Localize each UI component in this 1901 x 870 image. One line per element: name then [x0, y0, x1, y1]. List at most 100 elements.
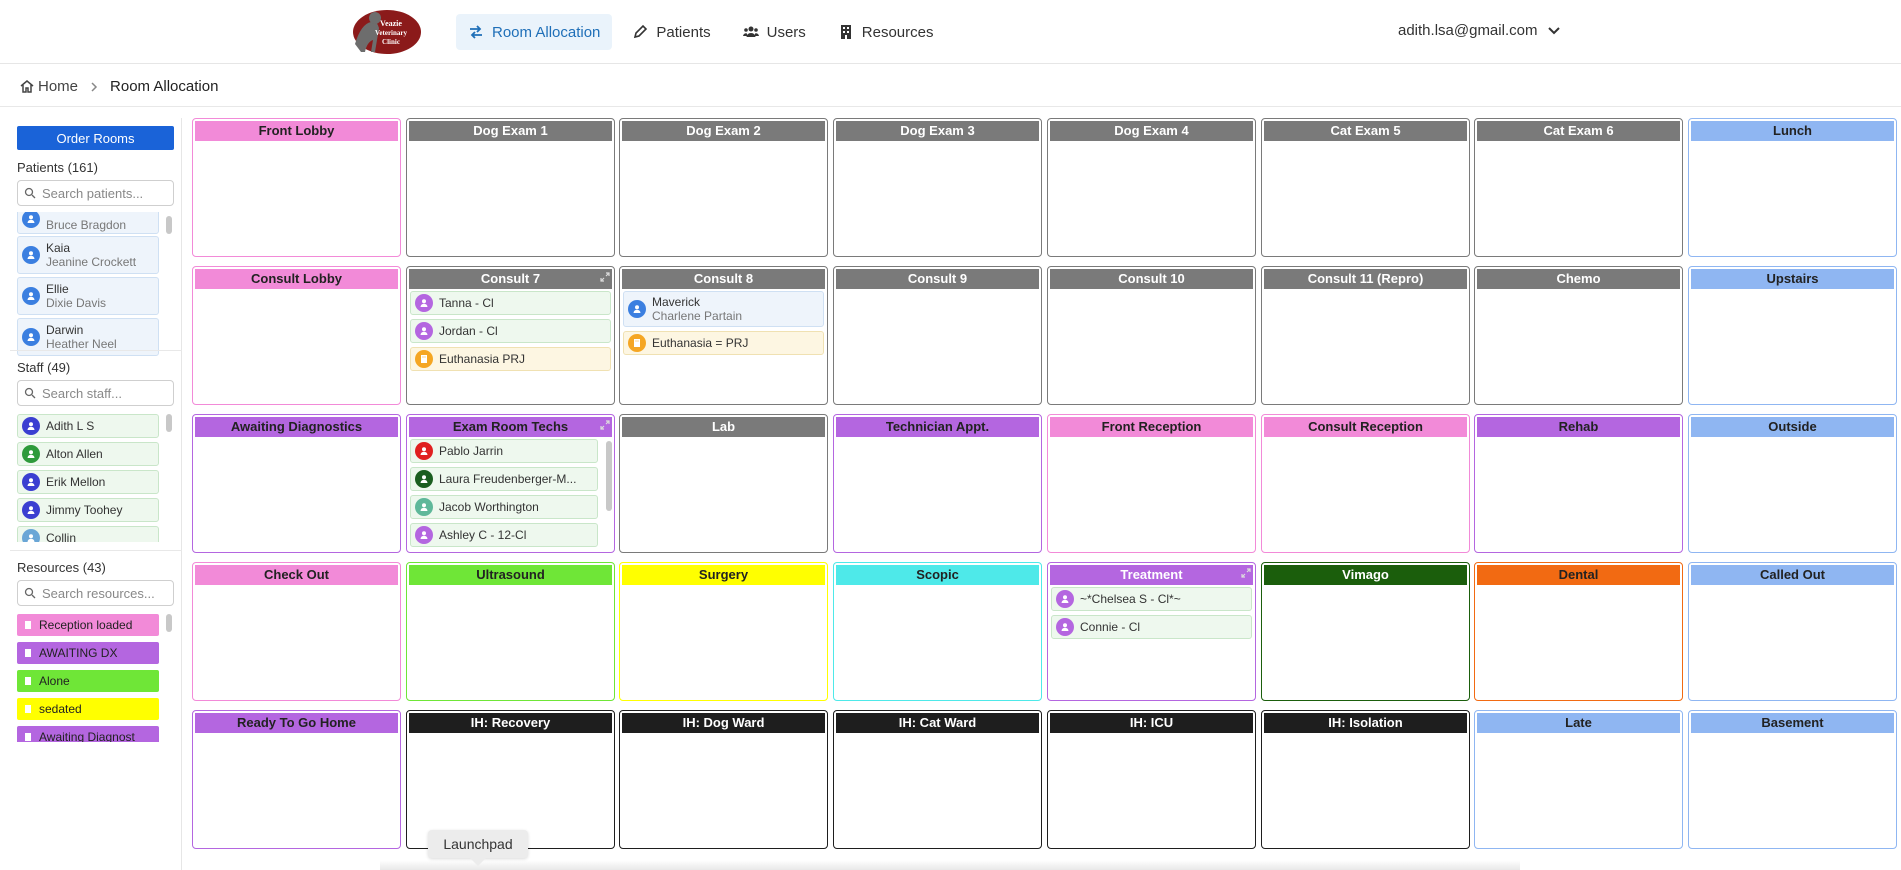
room-rehab[interactable]: Rehab — [1474, 414, 1683, 553]
room-upstairs[interactable]: Upstairs — [1688, 266, 1897, 405]
list-item[interactable]: sedated — [17, 698, 159, 720]
user-icon — [420, 503, 428, 511]
room-exam-room-techs[interactable]: Exam Room Techs Pablo Jarrin Laura Freuden… — [406, 414, 615, 553]
nav-patients[interactable]: Patients — [620, 14, 722, 50]
avatar — [22, 473, 40, 491]
staff-list[interactable]: Adith L S Alton Allen Erik Mellon Jimmy … — [17, 414, 174, 542]
room-late[interactable]: Late — [1474, 710, 1683, 849]
card-text: Pablo Jarrin — [439, 444, 503, 458]
room-header: Vimago — [1264, 565, 1467, 585]
room-lunch[interactable]: Lunch — [1688, 118, 1897, 257]
staff-card[interactable]: Jordan - Cl — [410, 319, 611, 343]
room-surgery[interactable]: Surgery — [619, 562, 828, 701]
room-dog-exam-1[interactable]: Dog Exam 1 — [406, 118, 615, 257]
list-item[interactable]: Bruce Bragdon — [17, 212, 159, 234]
scrollbar-thumb[interactable] — [166, 614, 172, 632]
resource-card[interactable]: Euthanasia PRJ — [410, 347, 611, 371]
staff-card[interactable]: Pablo Jarrin — [410, 439, 598, 463]
list-item[interactable]: Collin — [17, 526, 159, 542]
room-consult-reception[interactable]: Consult Reception — [1261, 414, 1470, 553]
patient-card[interactable]: Maverick Charlene Partain — [623, 291, 824, 327]
expand-icon[interactable] — [600, 420, 610, 430]
patients-search[interactable]: Search patients... — [17, 180, 174, 206]
room-cat-exam-5[interactable]: Cat Exam 5 — [1261, 118, 1470, 257]
expand-icon[interactable] — [600, 272, 610, 282]
staff-card[interactable]: Jacob Worthington — [410, 495, 598, 519]
room-ih-cat-ward[interactable]: IH: Cat Ward — [833, 710, 1042, 849]
room-dog-exam-4[interactable]: Dog Exam 4 — [1047, 118, 1256, 257]
user-icon — [1061, 623, 1069, 631]
room-dental[interactable]: Dental — [1474, 562, 1683, 701]
nav-label: Room Allocation — [492, 23, 601, 41]
list-item[interactable]: Alone — [17, 670, 159, 692]
room-header: Ready To Go Home — [195, 713, 398, 733]
list-item[interactable]: AWAITING DX — [17, 642, 159, 664]
list-item[interactable]: Jimmy Toohey — [17, 498, 159, 522]
room-cat-exam-6[interactable]: Cat Exam 6 — [1474, 118, 1683, 257]
room-consult-lobby[interactable]: Consult Lobby — [192, 266, 401, 405]
room-basement[interactable]: Basement — [1688, 710, 1897, 849]
search-icon — [24, 587, 36, 599]
resources-search[interactable]: Search resources... — [17, 580, 174, 606]
room-ih-recovery[interactable]: IH: Recovery — [406, 710, 615, 849]
list-item[interactable]: Adith L S — [17, 414, 159, 438]
staff-card[interactable]: Connie - Cl — [1051, 615, 1252, 639]
room-vimago[interactable]: Vimago — [1261, 562, 1470, 701]
room-lab[interactable]: Lab — [619, 414, 828, 553]
resources-list[interactable]: Reception loaded AWAITING DX Alone sedat… — [17, 614, 174, 742]
avatar — [415, 470, 433, 488]
room-consult-9[interactable]: Consult 9 — [833, 266, 1042, 405]
list-item[interactable]: Awaiting Diagnost — [17, 726, 159, 742]
room-front-reception[interactable]: Front Reception — [1047, 414, 1256, 553]
nav-room-allocation[interactable]: Room Allocation — [456, 14, 613, 50]
staff-card[interactable]: Ashley C - 12-Cl — [410, 523, 598, 547]
room-outside[interactable]: Outside — [1688, 414, 1897, 553]
room-front-lobby[interactable]: Front Lobby — [192, 118, 401, 257]
room-consult-10[interactable]: Consult 10 — [1047, 266, 1256, 405]
room-technician-appt[interactable]: Technician Appt. — [833, 414, 1042, 553]
room-ih-isolation[interactable]: IH: Isolation — [1261, 710, 1470, 849]
order-rooms-button[interactable]: Order Rooms — [17, 126, 174, 150]
resource-card[interactable]: Euthanasia = PRJ — [623, 331, 824, 355]
list-item[interactable]: Alton Allen — [17, 442, 159, 466]
room-ultrasound[interactable]: Ultrasound — [406, 562, 615, 701]
room-check-out[interactable]: Check Out — [192, 562, 401, 701]
list-item[interactable]: Reception loaded — [17, 614, 159, 636]
staff-card[interactable]: Tanna - Cl — [410, 291, 611, 315]
room-called-out[interactable]: Called Out — [1688, 562, 1897, 701]
room-consult-7[interactable]: Consult 7 Tanna - Cl Jordan - Cl Euthanasia… — [406, 266, 615, 405]
list-item[interactable]: Ellie Dixie Davis — [17, 277, 159, 315]
list-item[interactable]: Kaia Jeanine Crockett — [17, 236, 159, 274]
room-awaiting-diagnostics[interactable]: Awaiting Diagnostics — [192, 414, 401, 553]
expand-icon[interactable] — [1241, 568, 1251, 578]
breadcrumb-home[interactable]: Home — [38, 78, 78, 95]
room-ih-icu[interactable]: IH: ICU — [1047, 710, 1256, 849]
room-header: Dog Exam 3 — [836, 121, 1039, 141]
room-chemo[interactable]: Chemo — [1474, 266, 1683, 405]
list-item[interactable]: Erik Mellon — [17, 470, 159, 494]
staff-card[interactable]: Laura Freudenberger-M... — [410, 467, 598, 491]
nav-users[interactable]: Users — [731, 14, 818, 50]
room-dog-exam-2[interactable]: Dog Exam 2 — [619, 118, 828, 257]
room-header: Scopic — [836, 565, 1039, 585]
staff-search[interactable]: Search staff... — [17, 380, 174, 406]
room-header: Rehab — [1477, 417, 1680, 437]
room-consult-11-repro[interactable]: Consult 11 (Repro) — [1261, 266, 1470, 405]
building-icon — [25, 705, 31, 713]
room-treatment[interactable]: Treatment ~*Chelsea S - Cl*~ Connie - Cl — [1047, 562, 1256, 701]
room-ready-to-go-home[interactable]: Ready To Go Home — [192, 710, 401, 849]
room-ih-dog-ward[interactable]: IH: Dog Ward — [619, 710, 828, 849]
scrollbar-thumb[interactable] — [606, 441, 612, 511]
clinic-logo[interactable]: Veazie Veterinary Clinic — [347, 4, 423, 60]
scrollbar-thumb[interactable] — [166, 216, 172, 234]
staff-card[interactable]: ~*Chelsea S - Cl*~ — [1051, 587, 1252, 611]
room-dog-exam-3[interactable]: Dog Exam 3 — [833, 118, 1042, 257]
user-menu[interactable]: adith.lsa@gmail.com — [1398, 22, 1561, 39]
room-header: Upstairs — [1691, 269, 1894, 289]
nav-resources[interactable]: Resources — [826, 14, 946, 50]
scrollbar-thumb[interactable] — [166, 414, 172, 432]
room-header: IH: Recovery — [409, 713, 612, 733]
room-consult-8[interactable]: Consult 8 Maverick Charlene Partain Euthana… — [619, 266, 828, 405]
room-scopic[interactable]: Scopic — [833, 562, 1042, 701]
patients-list[interactable]: Bruce Bragdon Kaia Jeanine Crockett Ellie… — [17, 212, 174, 360]
